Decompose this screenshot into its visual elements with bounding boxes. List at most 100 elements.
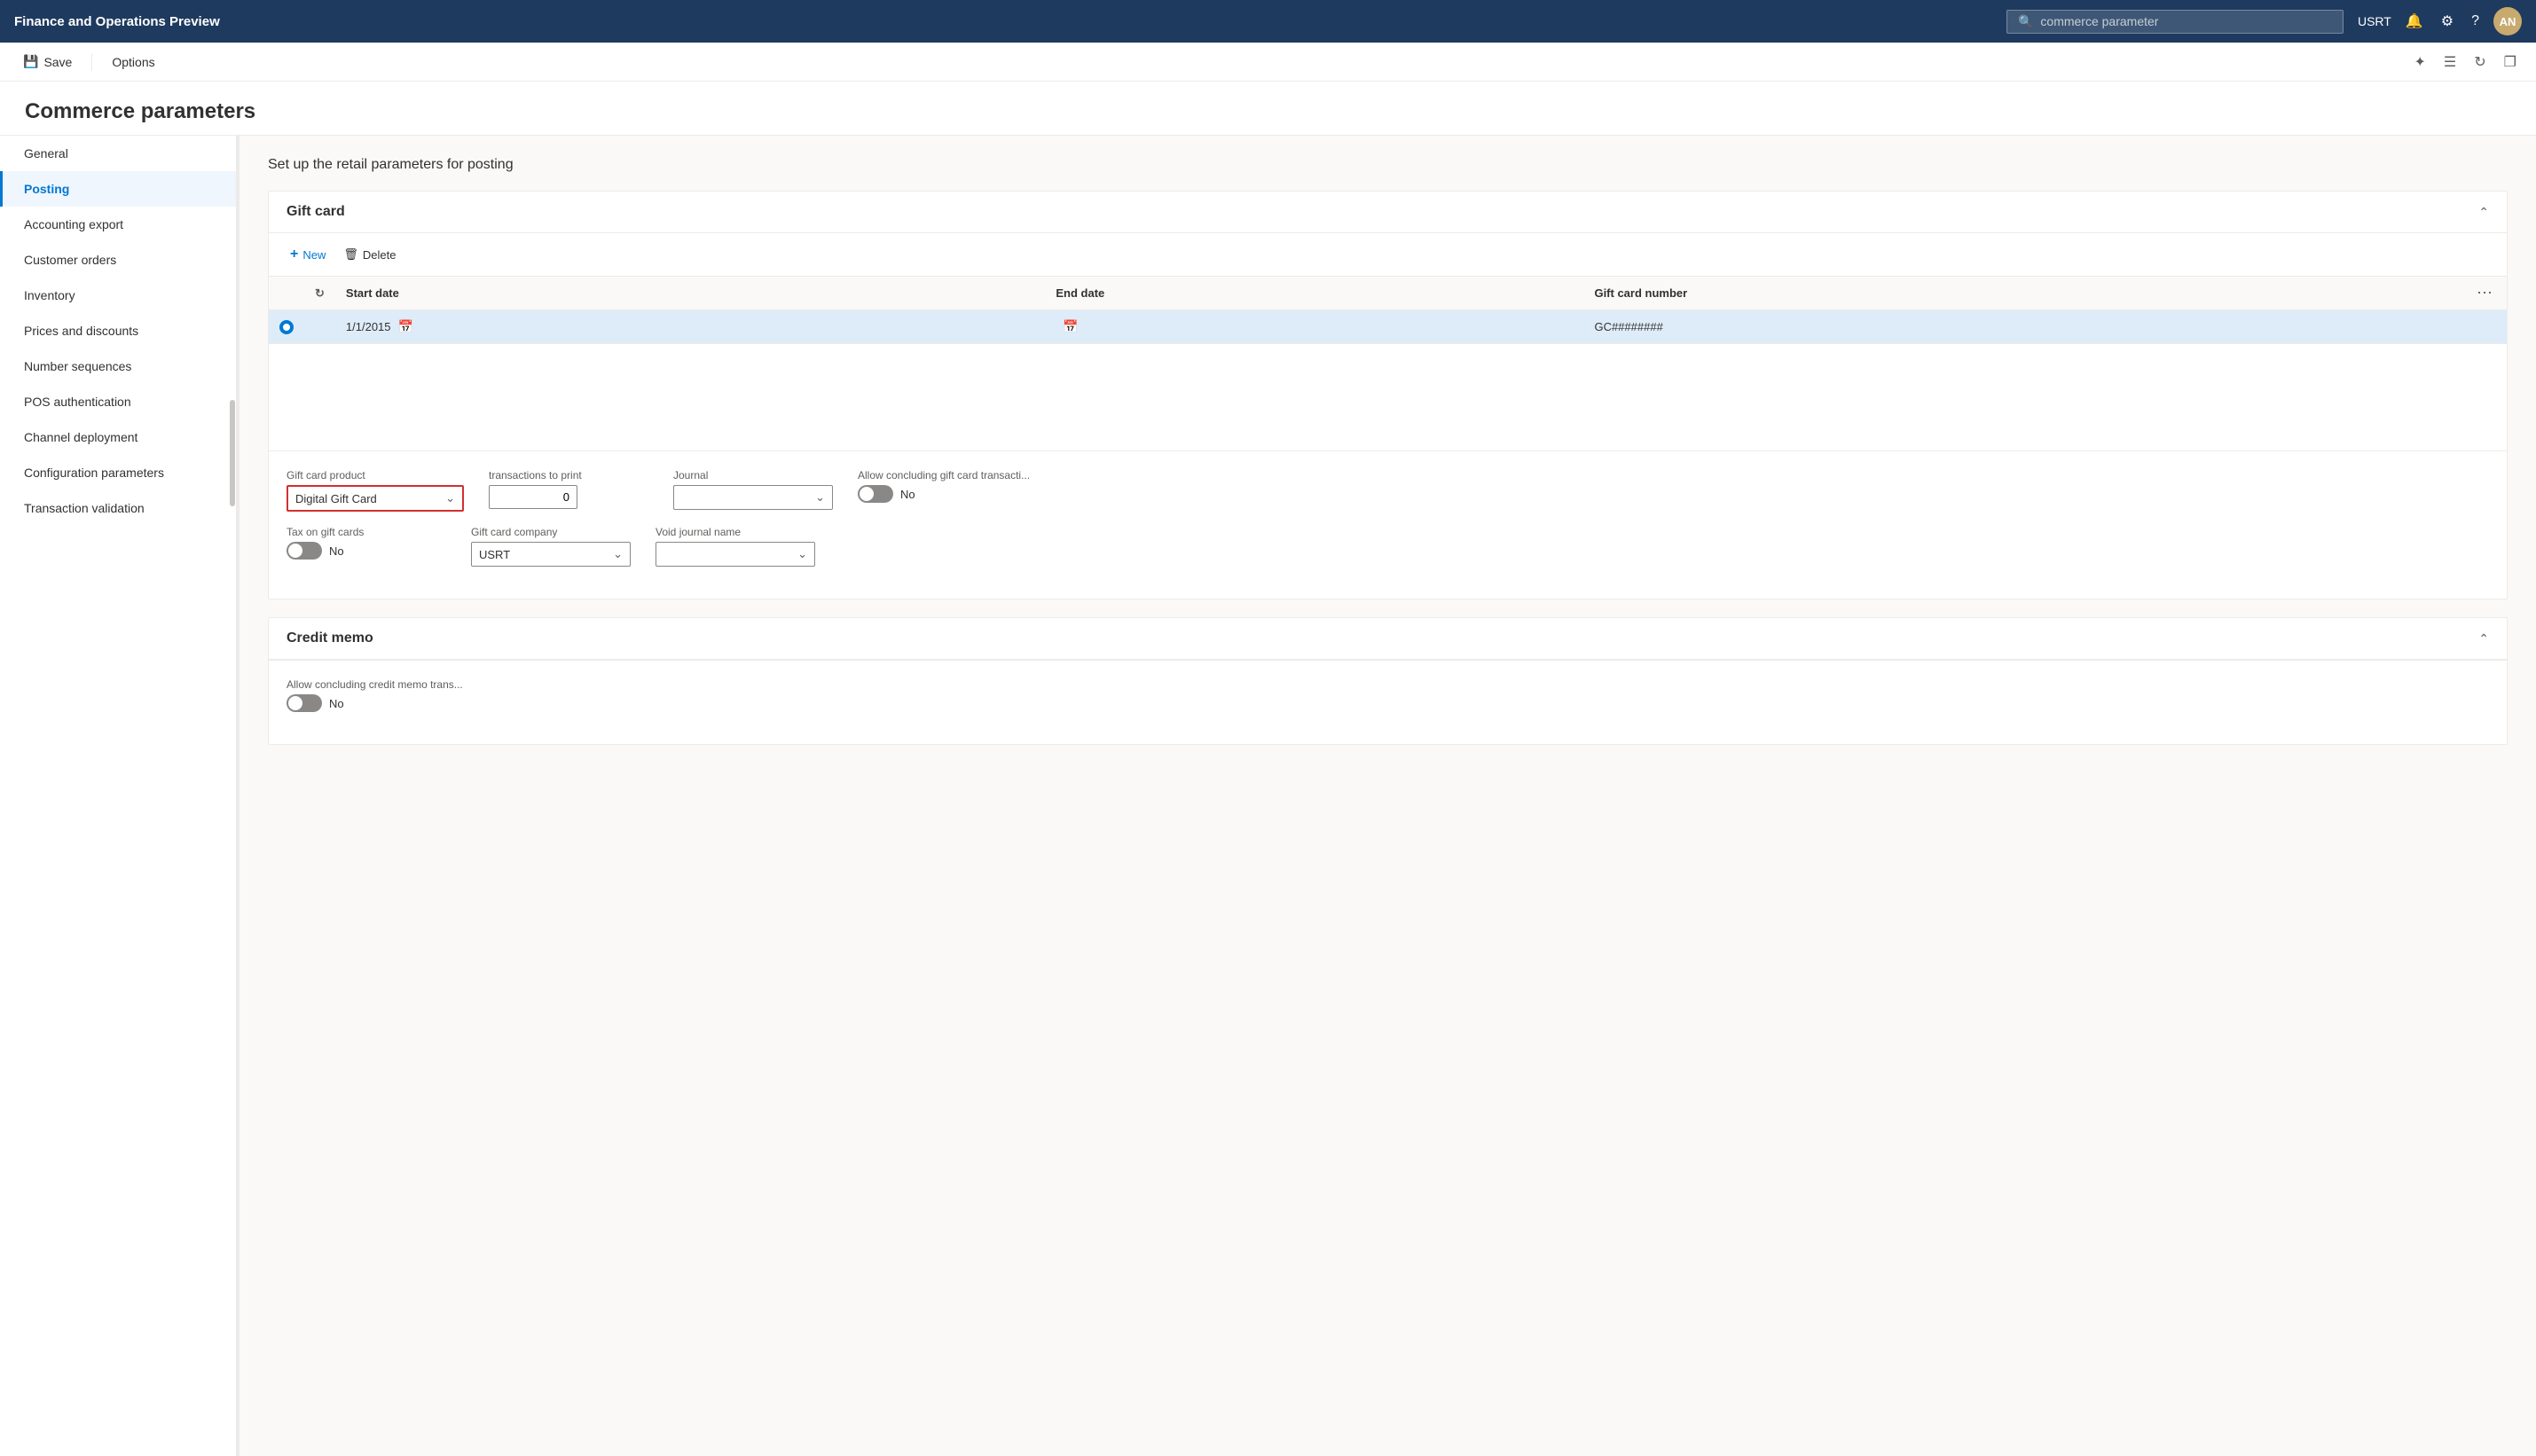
scroll-indicator <box>230 400 235 506</box>
search-bar[interactable]: 🔍 <box>2006 10 2344 34</box>
collapse-icon: ⌃ <box>2478 205 2489 220</box>
grid-empty-space <box>269 344 2507 450</box>
content-area: Set up the retail parameters for posting… <box>239 136 2536 1456</box>
new-button[interactable]: + New <box>283 242 333 267</box>
row-end-date[interactable]: 📅 <box>1045 310 1583 344</box>
main-content: General Posting Accounting export Custom… <box>0 136 2536 1456</box>
gift-card-product-value: Digital Gift Card <box>295 492 377 505</box>
avatar[interactable]: AN <box>2493 7 2522 35</box>
col-gift-card-number: Gift card number <box>1583 277 2462 310</box>
sidebar-item-inventory[interactable]: Inventory <box>0 278 239 313</box>
save-icon: 💾 <box>23 54 38 69</box>
row-start-date[interactable]: 1/1/2015 📅 <box>335 310 1045 344</box>
command-bar: 💾 Save Options ✦ ☰ ↻ ❐ <box>0 43 2536 82</box>
nav-icons: USRT 🔔 ⚙ ? AN <box>2358 7 2522 35</box>
void-journal-name-group: Void journal name ⌄ <box>656 526 815 567</box>
credit-memo-section: Credit memo ⌃ Allow concluding credit me… <box>268 617 2508 745</box>
refresh-header-icon: ↻ <box>315 286 325 300</box>
search-input[interactable] <box>2040 14 2332 28</box>
col-more-icon[interactable]: ⋯ <box>2473 284 2496 302</box>
gift-card-title: Gift card <box>287 204 345 220</box>
credit-memo-form: Allow concluding credit memo trans... No <box>269 660 2507 744</box>
tax-on-gift-cards-label: Tax on gift cards <box>287 526 446 538</box>
delete-button-label: Delete <box>363 248 396 262</box>
start-date-picker[interactable]: 📅 <box>395 317 417 336</box>
row-more-options[interactable] <box>2462 310 2507 344</box>
allow-concluding-value: No <box>900 488 915 501</box>
sidebar-item-posting[interactable]: Posting <box>0 171 239 207</box>
toggle-knob <box>860 487 874 501</box>
row-radio-cell[interactable] <box>269 310 304 344</box>
allow-concluding-toggle[interactable] <box>858 485 893 503</box>
journal-dropdown-icon: ⌄ <box>815 490 825 505</box>
tax-toggle-container: No <box>287 542 446 560</box>
journal-label: Journal <box>673 469 833 481</box>
gift-card-product-select[interactable]: Digital Gift Card ⌄ <box>287 485 464 512</box>
sidebar-item-pos-authentication[interactable]: POS authentication <box>0 384 239 419</box>
table-row[interactable]: 1/1/2015 📅 📅 <box>269 310 2507 344</box>
transactions-to-print-input[interactable] <box>489 485 577 509</box>
credit-collapse-icon: ⌃ <box>2478 631 2489 646</box>
options-button[interactable]: Options <box>103 50 163 74</box>
credit-toggle-value: No <box>329 697 344 710</box>
credit-allow-concluding-label: Allow concluding credit memo trans... <box>287 678 463 691</box>
col-select <box>269 277 304 310</box>
settings-icon[interactable]: ⚙ <box>2438 9 2457 34</box>
gift-card-company-select[interactable]: USRT ⌄ <box>471 542 631 567</box>
journal-select[interactable]: ⌄ <box>673 485 833 510</box>
journal-group: Journal ⌄ <box>673 469 833 510</box>
help-icon[interactable]: ? <box>2468 10 2483 33</box>
credit-toggle-knob <box>288 696 302 710</box>
credit-toggle[interactable] <box>287 694 322 712</box>
notifications-icon[interactable]: 🔔 <box>2402 9 2427 34</box>
gift-card-company-value: USRT <box>479 548 510 561</box>
void-journal-dropdown-icon: ⌄ <box>797 547 807 561</box>
sidebar-item-transaction-validation[interactable]: Transaction validation <box>0 490 239 526</box>
gift-card-section: Gift card ⌃ + New 🗑 Delete <box>268 191 2508 599</box>
sidebar-item-configuration-parameters[interactable]: Configuration parameters <box>0 455 239 490</box>
refresh-icon[interactable]: ↻ <box>2469 50 2491 74</box>
company-dropdown-icon: ⌄ <box>613 547 623 561</box>
gift-card-product-group: Gift card product Digital Gift Card ⌄ <box>287 469 464 512</box>
expand-icon[interactable]: ❐ <box>2499 50 2522 74</box>
options-label: Options <box>112 55 154 69</box>
sidebar-item-channel-deployment[interactable]: Channel deployment <box>0 419 239 455</box>
filter-icon[interactable]: ✦ <box>2409 50 2431 74</box>
allow-concluding-group: Allow concluding gift card transacti... … <box>858 469 1030 503</box>
view-icon[interactable]: ☰ <box>2438 50 2461 74</box>
sidebar-item-number-sequences[interactable]: Number sequences <box>0 348 239 384</box>
sidebar-item-prices-discounts[interactable]: Prices and discounts <box>0 313 239 348</box>
col-start-date: Start date <box>335 277 1045 310</box>
credit-allow-concluding-group: Allow concluding credit memo trans... No <box>287 678 463 712</box>
command-bar-right-icons: ✦ ☰ ↻ ❐ <box>2409 50 2523 74</box>
sidebar-item-accounting-export[interactable]: Accounting export <box>0 207 239 242</box>
void-journal-name-select[interactable]: ⌄ <box>656 542 815 567</box>
allow-concluding-toggle-container: No <box>858 485 1030 503</box>
sidebar-item-customer-orders[interactable]: Customer orders <box>0 242 239 278</box>
save-button[interactable]: 💾 Save <box>14 49 81 74</box>
tax-on-gift-cards-group: Tax on gift cards No <box>287 526 446 560</box>
save-label: Save <box>43 55 72 69</box>
page-subtitle: Set up the retail parameters for posting <box>268 157 2508 173</box>
form-row-2: Tax on gift cards No Gift card company <box>287 526 2489 567</box>
credit-toggle-container: No <box>287 694 463 712</box>
page-title-bar: Commerce parameters <box>0 82 2536 136</box>
credit-memo-header[interactable]: Credit memo ⌃ <box>269 618 2507 660</box>
gift-card-grid: ↻ Start date End date Gift card number <box>269 277 2507 450</box>
sidebar-item-general[interactable]: General <box>0 136 239 171</box>
tax-toggle[interactable] <box>287 542 322 560</box>
row-radio[interactable] <box>279 320 294 334</box>
end-date-picker[interactable]: 📅 <box>1059 317 1081 336</box>
tax-toggle-knob <box>288 544 302 558</box>
top-navbar: Finance and Operations Preview 🔍 USRT 🔔 … <box>0 0 2536 43</box>
row-gift-card-number: GC######## <box>1583 310 2462 344</box>
new-plus-icon: + <box>290 247 298 262</box>
page-title: Commerce parameters <box>25 99 2511 124</box>
col-more-options: ⋯ <box>2462 277 2507 310</box>
delete-icon: 🗑 <box>343 247 358 262</box>
gift-card-company-label: Gift card company <box>471 526 631 538</box>
allow-concluding-label: Allow concluding gift card transacti... <box>858 469 1030 481</box>
void-journal-name-label: Void journal name <box>656 526 815 538</box>
gift-card-header[interactable]: Gift card ⌃ <box>269 192 2507 233</box>
delete-button[interactable]: 🗑 Delete <box>336 243 403 266</box>
